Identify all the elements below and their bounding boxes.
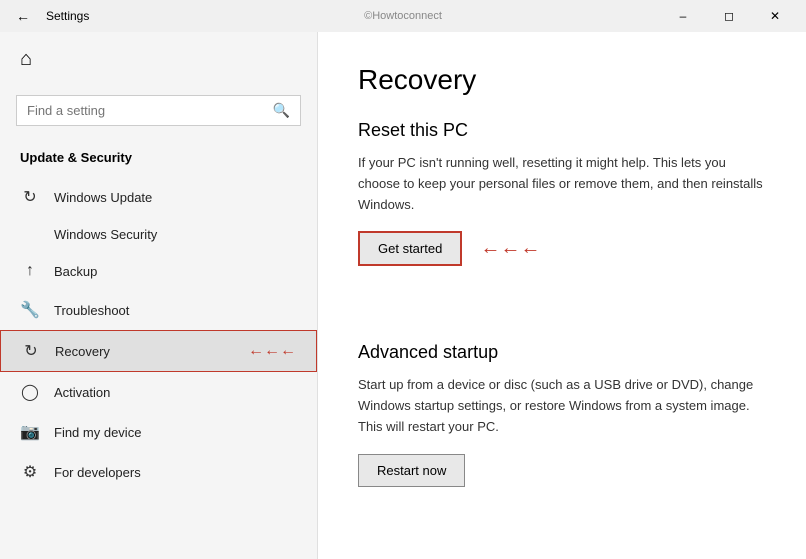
window-controls: – ◻ ✕ [660, 0, 798, 32]
for-developers-icon: ⚙ [20, 462, 40, 482]
maximize-button[interactable]: ◻ [706, 0, 752, 32]
troubleshoot-icon: 🔧 [20, 300, 40, 320]
get-started-button[interactable]: Get started [358, 231, 462, 266]
sidebar-item-windows-security[interactable]: Windows Security [0, 217, 317, 252]
reset-this-pc-title: Reset this PC [358, 120, 766, 141]
sidebar-item-label: Find my device [54, 425, 141, 440]
divider-1 [358, 294, 766, 314]
minimize-button[interactable]: – [660, 0, 706, 32]
advanced-startup-title: Advanced startup [358, 342, 766, 363]
sidebar-item-windows-update[interactable]: ↻ Windows Update [0, 177, 317, 217]
sidebar-item-label: Recovery [55, 344, 110, 359]
sidebar-item-label: Activation [54, 385, 110, 400]
sidebar-item-label: Windows Update [54, 190, 152, 205]
sidebar-item-label: For developers [54, 465, 141, 480]
sidebar-item-troubleshoot[interactable]: 🔧 Troubleshoot [0, 290, 317, 330]
sidebar-item-for-developers[interactable]: ⚙ For developers [0, 452, 317, 492]
recovery-arrow: ←←← [248, 342, 296, 360]
backup-icon: ↑ [20, 262, 40, 280]
content-area: ⌂ 🔍 Update & Security ↻ Windows Update W… [0, 32, 806, 559]
advanced-startup-desc: Start up from a device or disc (such as … [358, 375, 766, 437]
restart-now-button[interactable]: Restart now [358, 454, 465, 487]
search-box[interactable]: 🔍 [16, 95, 301, 126]
sidebar-item-backup[interactable]: ↑ Backup [0, 252, 317, 290]
watermark: ©Howtoconnect [364, 10, 442, 22]
recovery-icon: ↻ [21, 341, 41, 361]
sidebar-item-recovery[interactable]: ↻ Recovery ←←← [0, 330, 317, 372]
sidebar-item-label: Windows Security [54, 227, 157, 242]
close-button[interactable]: ✕ [752, 0, 798, 32]
title-bar: ← Settings ©Howtoconnect – ◻ ✕ [0, 0, 806, 32]
search-icon: 🔍 [273, 102, 290, 119]
search-input[interactable] [27, 103, 273, 118]
back-button[interactable]: ← [8, 4, 38, 28]
window-title: Settings [46, 9, 89, 23]
home-icon[interactable]: ⌂ [0, 32, 317, 87]
sidebar: ⌂ 🔍 Update & Security ↻ Windows Update W… [0, 32, 318, 559]
activation-icon: ◯ [20, 382, 40, 402]
main-content: Recovery Reset this PC If your PC isn't … [318, 32, 806, 559]
sidebar-section-title: Update & Security [0, 142, 317, 177]
title-bar-left: ← Settings [8, 4, 89, 28]
sidebar-item-label: Backup [54, 264, 97, 279]
sidebar-item-activation[interactable]: ◯ Activation [0, 372, 317, 412]
sidebar-item-find-my-device[interactable]: 📷 Find my device [0, 412, 317, 452]
sidebar-item-label: Troubleshoot [54, 303, 129, 318]
find-my-device-icon: 📷 [20, 422, 40, 442]
windows-update-icon: ↻ [20, 187, 40, 207]
get-started-row: Get started ←←← [358, 231, 766, 266]
reset-this-pc-desc: If your PC isn't running well, resetting… [358, 153, 766, 215]
divider-2 [358, 515, 766, 535]
page-title: Recovery [358, 64, 766, 96]
get-started-arrow: ←←← [480, 237, 540, 260]
